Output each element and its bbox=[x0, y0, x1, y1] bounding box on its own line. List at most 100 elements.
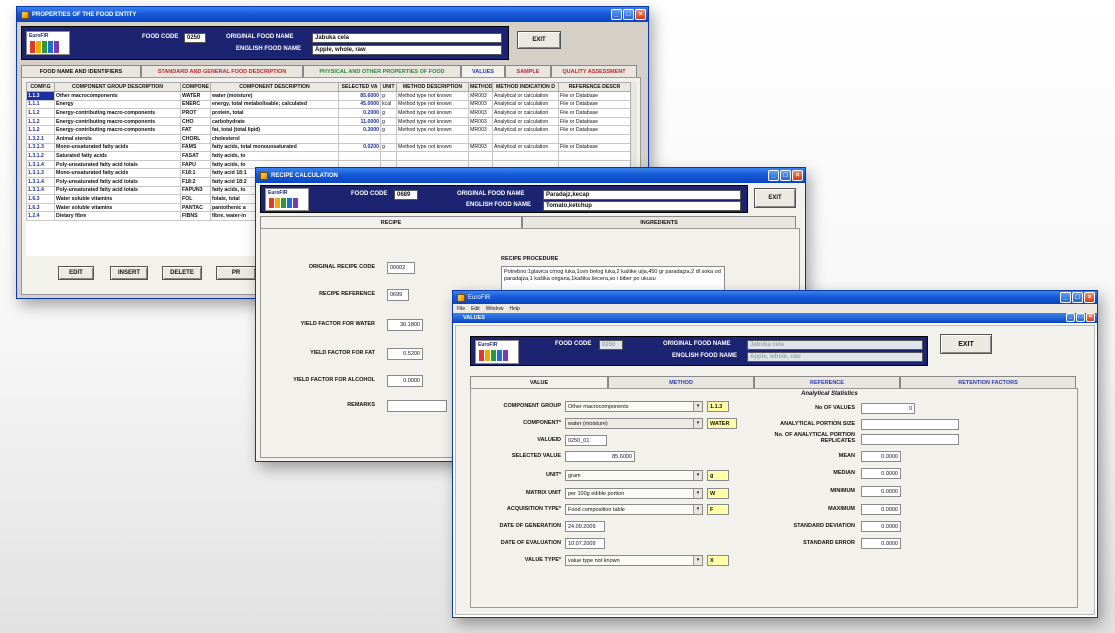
yield-water-field[interactable]: 30.1800 bbox=[387, 319, 423, 331]
tab-recipe[interactable]: RECIPE bbox=[260, 216, 522, 228]
tab-values[interactable]: VALUES bbox=[461, 65, 505, 77]
table-row[interactable]: 1.1.2 Energy-contributing macro-component… bbox=[26, 116, 630, 127]
close-icon[interactable]: × bbox=[792, 170, 803, 181]
table-row[interactable]: 1.1.2 Energy-contributing macro-component… bbox=[26, 108, 630, 118]
std-deviation-field[interactable]: 0.0000 bbox=[861, 521, 901, 532]
close-icon[interactable]: × bbox=[1086, 313, 1095, 322]
minimize-icon[interactable]: _ bbox=[611, 9, 622, 20]
food-code-field[interactable]: 0250 bbox=[599, 340, 623, 350]
dropdown-arrow-icon[interactable]: ▾ bbox=[693, 489, 702, 498]
yield-alcohol-field[interactable]: 0.0000 bbox=[387, 375, 423, 387]
valueid-field[interactable]: 0250_01 bbox=[565, 435, 607, 446]
component-select[interactable]: water (moisture) bbox=[565, 418, 703, 429]
tab-sample[interactable]: SAMPLE bbox=[505, 65, 551, 77]
values-child-titlebar[interactable]: VALUES _ □ × bbox=[453, 313, 1097, 323]
original-recipe-code-field[interactable]: 00002 bbox=[387, 262, 415, 274]
maximize-icon[interactable]: □ bbox=[1076, 313, 1085, 322]
remarks-field[interactable] bbox=[387, 400, 447, 412]
column-header[interactable]: COMPONE bbox=[180, 82, 211, 92]
recipe-reference-field[interactable]: 0699 bbox=[387, 289, 409, 301]
table-row[interactable]: 1.1.2 Energy-contributing macro-component… bbox=[26, 125, 630, 135]
close-icon[interactable]: × bbox=[635, 9, 646, 20]
acquisition-type-select[interactable]: Food composition table bbox=[565, 504, 703, 515]
menu-edit[interactable]: Edit bbox=[471, 306, 480, 312]
original-food-name-field[interactable]: Paradajz,kecap bbox=[543, 190, 741, 200]
menu-window[interactable]: Window bbox=[486, 306, 504, 312]
print-button[interactable]: PR bbox=[216, 266, 256, 280]
properties-titlebar[interactable]: PROPERTIES OF THE FOOD ENTITY _ □ × bbox=[17, 7, 648, 22]
column-header[interactable]: REFERENCE DESCR bbox=[558, 82, 630, 92]
delete-button[interactable]: DELETE bbox=[162, 266, 202, 280]
column-header[interactable]: COMP.G bbox=[26, 82, 55, 92]
yield-fat-field[interactable]: 0.5200 bbox=[387, 348, 423, 360]
recipe-exit-button[interactable]: EXIT bbox=[754, 188, 796, 208]
selected-value-field[interactable]: 85.6000 bbox=[565, 451, 635, 462]
column-header[interactable]: COMPONENT DESCRIPTION bbox=[210, 82, 339, 92]
recipe-titlebar[interactable]: RECIPE CALCULATION _ □ × bbox=[256, 168, 805, 183]
english-food-name-field[interactable]: Tomato,ketchup bbox=[543, 201, 741, 211]
eurofir-titlebar[interactable]: EuroFIR _ □ × bbox=[453, 291, 1097, 304]
minimum-field[interactable]: 0.0000 bbox=[861, 486, 901, 497]
original-food-name-field[interactable]: Jabuka cela bbox=[747, 340, 923, 350]
value-type-select[interactable]: value type not known bbox=[565, 555, 703, 566]
date-evaluation-field[interactable]: 10.07.2009 bbox=[565, 538, 605, 549]
column-header[interactable]: METHOD bbox=[468, 82, 493, 92]
date-generation-field[interactable]: 24.09.2009 bbox=[565, 521, 605, 532]
component-group-select[interactable]: Other macrocomponents bbox=[565, 401, 703, 412]
tab-physical-properties[interactable]: PHYSICAL AND OTHER PROPERTIES OF FOOD bbox=[303, 65, 461, 77]
minimize-icon[interactable]: _ bbox=[768, 170, 779, 181]
mean-field[interactable]: 0.0000 bbox=[861, 451, 901, 462]
menu-file[interactable]: File bbox=[457, 306, 465, 312]
table-cell: CHORL bbox=[180, 133, 211, 144]
tab-value[interactable]: VALUE bbox=[470, 376, 608, 388]
minimize-icon[interactable]: _ bbox=[1066, 313, 1075, 322]
column-header[interactable]: METHOD DESCRIPTION bbox=[396, 82, 469, 92]
matrix-unit-select[interactable]: per 100g edible portion bbox=[565, 488, 703, 499]
maximize-icon[interactable]: □ bbox=[623, 9, 634, 20]
close-icon[interactable]: × bbox=[1084, 292, 1095, 303]
values-exit-button[interactable]: EXIT bbox=[940, 334, 992, 354]
minimize-icon[interactable]: _ bbox=[1060, 292, 1071, 303]
maximize-icon[interactable]: □ bbox=[780, 170, 791, 181]
maximum-field[interactable]: 0.0000 bbox=[861, 504, 901, 515]
median-field[interactable]: 0.0000 bbox=[861, 468, 901, 479]
column-header[interactable]: METHOD INDICATION D bbox=[492, 82, 559, 92]
tab-standard-description[interactable]: STANDARD AND GENERAL FOOD DESCRIPTION bbox=[141, 65, 303, 77]
english-food-name-field[interactable]: Apple, whole, raw bbox=[747, 352, 923, 362]
portion-replicates-field[interactable] bbox=[861, 434, 959, 445]
maximize-icon[interactable]: □ bbox=[1072, 292, 1083, 303]
no-of-values-field[interactable]: 0 bbox=[861, 403, 915, 414]
tab-retention-factors[interactable]: RETENTION FACTORS bbox=[900, 376, 1076, 388]
recipe-procedure-text[interactable]: Potrebno:1glavica crnog luka,1cen belog … bbox=[501, 266, 725, 292]
tab-food-name[interactable]: FOOD NAME AND IDENTIFIERS bbox=[21, 65, 141, 77]
original-food-name-field[interactable]: Jabuka cela bbox=[312, 33, 502, 43]
dropdown-arrow-icon[interactable]: ▾ bbox=[693, 556, 702, 565]
tab-method[interactable]: METHOD bbox=[608, 376, 754, 388]
exit-button[interactable]: EXIT bbox=[517, 31, 561, 49]
column-header[interactable]: UNIT bbox=[380, 82, 397, 92]
table-cell: Analytical or calculation bbox=[492, 99, 559, 110]
table-row[interactable]: 1.3.1.3 Mono-unsaturated fatty acids FAMS f… bbox=[26, 142, 630, 153]
food-code-field[interactable]: 0689 bbox=[394, 190, 418, 200]
column-header[interactable]: SELECTED VA bbox=[338, 82, 381, 92]
insert-button[interactable]: INSERT bbox=[110, 266, 148, 280]
table-row[interactable]: 1.3.2.1 Animal sterols CHORL cholesterol bbox=[26, 133, 630, 144]
dropdown-arrow-icon[interactable]: ▾ bbox=[693, 419, 702, 428]
edit-button[interactable]: EDIT bbox=[58, 266, 94, 280]
food-code-field[interactable]: 0250 bbox=[184, 33, 206, 43]
dropdown-arrow-icon[interactable]: ▾ bbox=[693, 402, 702, 411]
dropdown-arrow-icon[interactable]: ▾ bbox=[693, 505, 702, 514]
table-row[interactable]: 1.1.1 Energy ENERC energy, total metabolisa… bbox=[26, 99, 630, 110]
tab-reference[interactable]: REFERENCE bbox=[754, 376, 900, 388]
menu-help[interactable]: Help bbox=[509, 306, 519, 312]
unit-select[interactable]: gram bbox=[565, 470, 703, 481]
table-row[interactable]: 1.1.3 Other macrocomponents WATER water (mo… bbox=[26, 91, 630, 101]
tab-quality-assessment[interactable]: QUALITY ASSESSMENT bbox=[551, 65, 637, 77]
std-error-field[interactable]: 0.0000 bbox=[861, 538, 901, 549]
english-food-name-field[interactable]: Apple, whole, raw bbox=[312, 45, 502, 55]
table-row[interactable]: 1.3.1.2 Saturated fatty acids FASAT fatty a… bbox=[26, 151, 630, 161]
dropdown-arrow-icon[interactable]: ▾ bbox=[693, 471, 702, 480]
column-header[interactable]: COMPONENT GROUP DESCRIPTION bbox=[54, 82, 181, 92]
portion-size-field[interactable] bbox=[861, 419, 959, 430]
tab-ingredients[interactable]: INGREDIENTS bbox=[522, 216, 796, 228]
